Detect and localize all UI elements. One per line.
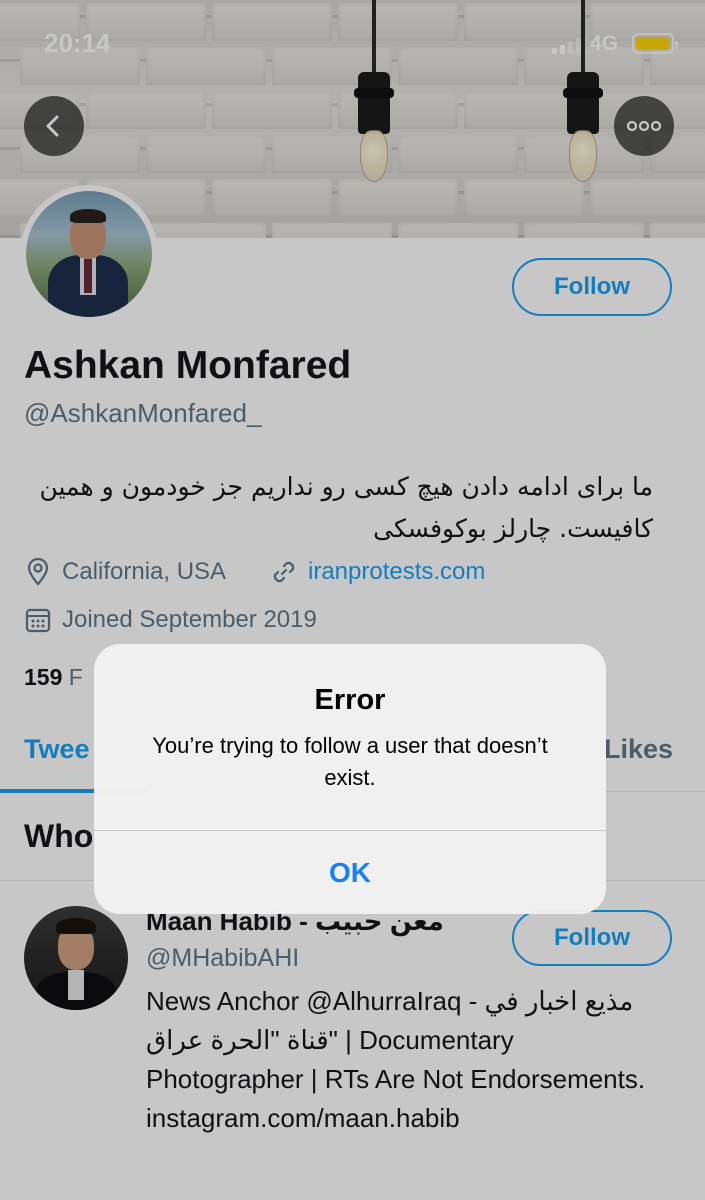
twitter-profile-screen: 20:14 4G Follow Ashkan Monfared @AshkanM… [0, 0, 705, 1200]
alert-ok-button[interactable]: OK [94, 831, 606, 914]
error-alert-dialog: Error You’re trying to follow a user tha… [94, 644, 606, 914]
modal-backdrop[interactable] [0, 0, 705, 1200]
alert-title: Error [314, 684, 386, 716]
alert-message: You’re trying to follow a user that does… [152, 733, 548, 790]
